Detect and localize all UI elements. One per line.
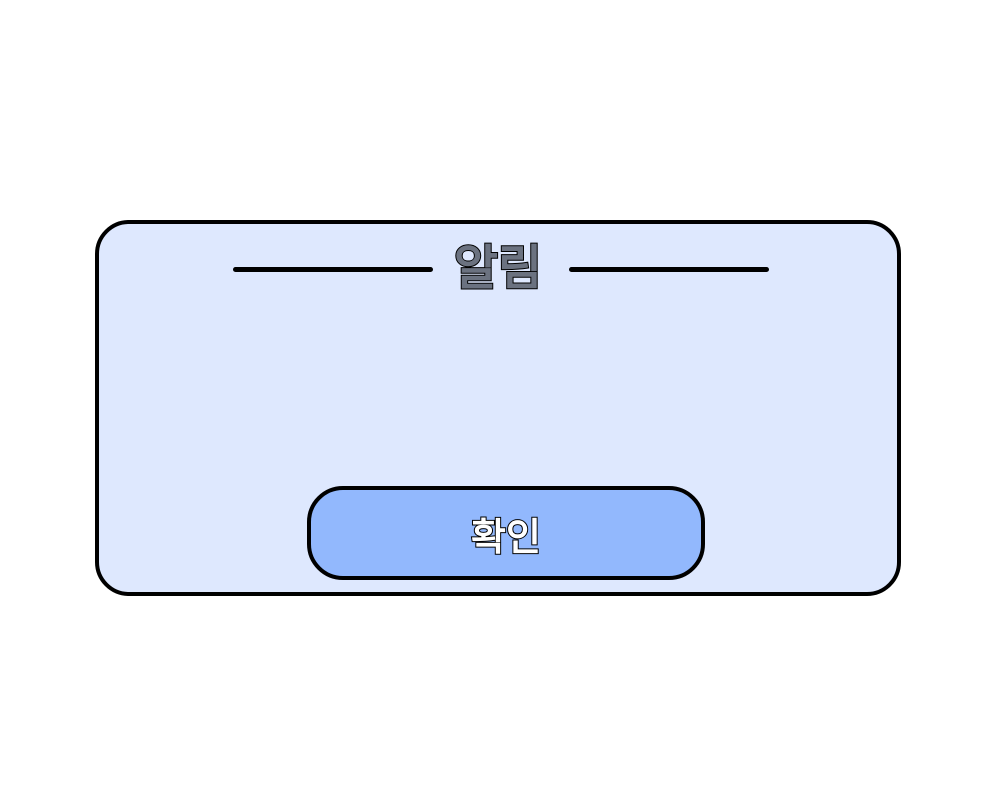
dialog-header: 알림 [99,238,897,298]
confirm-button-label: 확인 [470,514,542,560]
dialog-title: 알림 [453,239,543,297]
title-divider-right [569,267,769,272]
alert-dialog: 알림 확인 [95,220,901,596]
confirm-button[interactable]: 확인 [307,486,705,580]
